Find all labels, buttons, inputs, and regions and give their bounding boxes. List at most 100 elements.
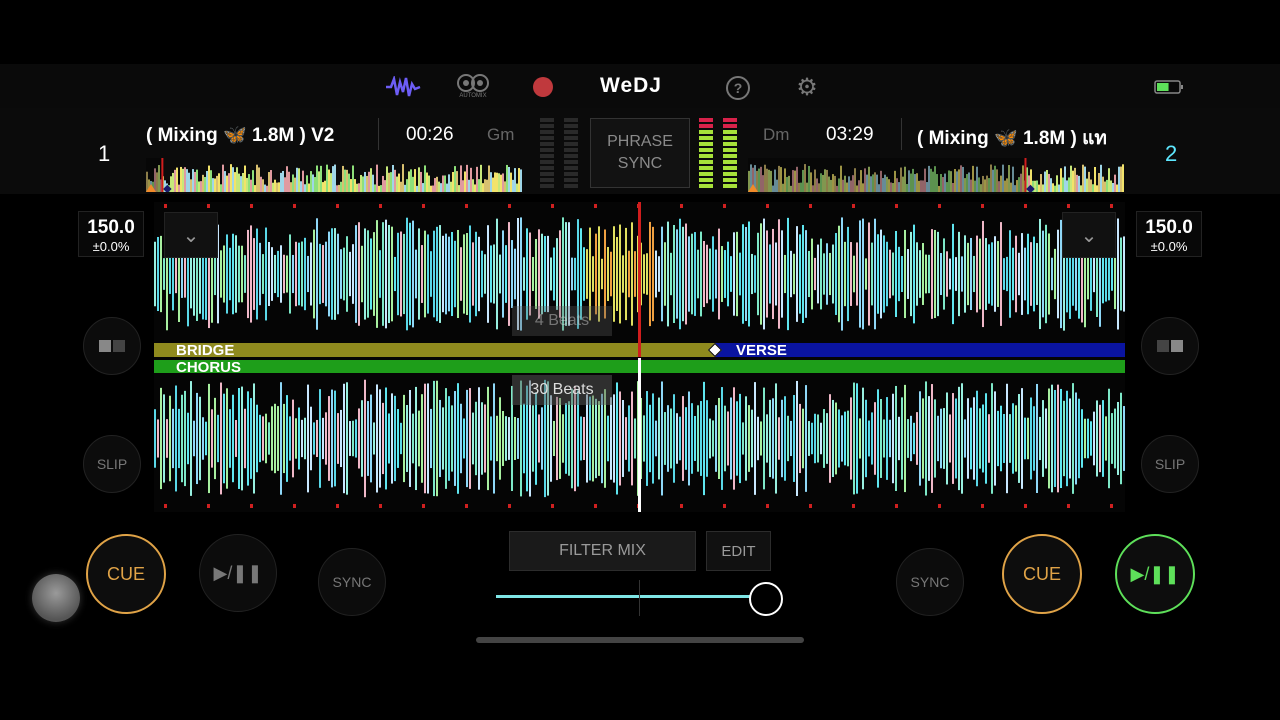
- deck1-play-pause-button[interactable]: ▶/❚❚: [199, 534, 277, 612]
- deck2-overview-waveform[interactable]: [748, 158, 1132, 192]
- waveform-bar: [325, 241, 327, 307]
- deck1-pad-mode-button[interactable]: [83, 317, 141, 375]
- waveform-bar: [547, 235, 549, 313]
- filter-mix-button[interactable]: FILTER MIX: [509, 531, 696, 571]
- waveform-bar: [1084, 418, 1086, 459]
- overview-bar: [224, 171, 226, 192]
- waveform-bar: [1123, 236, 1125, 312]
- waveform-bar: [481, 402, 483, 475]
- waveform-bar: [727, 411, 729, 466]
- waveform-bar: [760, 421, 762, 456]
- deck1-sync-button[interactable]: SYNC: [318, 548, 386, 616]
- overview-bar: [452, 172, 454, 192]
- waveform-bar: [658, 397, 660, 480]
- meter-segment: [699, 124, 713, 128]
- deck2-sync-button[interactable]: SYNC: [896, 548, 964, 616]
- deck2-cue-button[interactable]: CUE: [1002, 534, 1082, 614]
- meter-segment: [540, 118, 554, 122]
- overview-bar: [394, 169, 396, 192]
- waveform-bar: [394, 256, 396, 292]
- waveform-bar: [1024, 247, 1026, 301]
- overview-bar: [1034, 180, 1036, 192]
- deck2-track-title[interactable]: ( Mixing 🦋 1.8M ) แท: [917, 123, 1130, 153]
- overview-bar: [1040, 174, 1042, 192]
- waveform-bar: [706, 400, 708, 477]
- deck1-cue-button[interactable]: CUE: [86, 534, 166, 614]
- help-icon[interactable]: ?: [726, 76, 750, 100]
- waveform-bar: [739, 393, 741, 484]
- waveform-bar: [901, 397, 903, 480]
- deck2-collapse-button[interactable]: ⌄: [1062, 212, 1116, 258]
- edit-button[interactable]: EDIT: [706, 531, 771, 571]
- overview-bar: [208, 165, 210, 192]
- waveform-bar: [211, 409, 213, 468]
- waveform-bar: [583, 247, 585, 301]
- waveform-bar: [775, 242, 777, 306]
- main-waveform-area[interactable]: BRIDGE VERSE CHORUS 4 Beats 30 Beats ⌄ ⌄: [154, 202, 1125, 512]
- overview-bar: [312, 174, 314, 192]
- deck1-slip-button[interactable]: SLIP: [83, 435, 141, 493]
- waveform-bar: [355, 225, 357, 323]
- waveform-bar: [607, 246, 609, 302]
- overview-bar: [1116, 184, 1118, 192]
- deck2-slip-button[interactable]: SLIP: [1141, 435, 1199, 493]
- crossfader-knob[interactable]: [748, 582, 783, 616]
- deck1-bpm-display[interactable]: 150.0 ±0.0%: [78, 211, 144, 257]
- waveform-icon[interactable]: [384, 74, 422, 100]
- automix-button[interactable]: AUTOMIX: [455, 70, 491, 102]
- waveform-bar: [739, 252, 741, 296]
- waveform-bar: [898, 416, 900, 461]
- deck2-play-pause-button[interactable]: ▶/❚❚: [1115, 534, 1195, 614]
- waveform-bar: [610, 397, 612, 480]
- assistive-touch-button[interactable]: [32, 574, 80, 622]
- beat-marker: [809, 504, 812, 508]
- waveform-bar: [391, 393, 393, 484]
- deck1-collapse-button[interactable]: ⌄: [164, 212, 218, 258]
- beat-marker: [981, 504, 984, 508]
- beat-marker: [293, 504, 296, 508]
- beat-loop-overlay-top[interactable]: 4 Beats: [512, 306, 612, 336]
- waveform-bar: [829, 394, 831, 483]
- deck1-track-title[interactable]: ( Mixing 🦋 1.8M ) V2: [146, 123, 361, 147]
- beat-marker: [1110, 504, 1113, 508]
- meter-segment: [564, 166, 578, 170]
- deck2-bpm-display[interactable]: 150.0 ±0.0%: [1136, 211, 1202, 257]
- phrase-label-verse: VERSE: [736, 342, 787, 359]
- overview-bar: [332, 166, 334, 192]
- waveform-bar: [874, 218, 876, 330]
- beat-marker: [594, 504, 597, 508]
- overview-bar: [442, 175, 444, 192]
- waveform-bar: [472, 242, 474, 306]
- waveform-bar: [745, 396, 747, 481]
- record-icon[interactable]: [533, 77, 553, 97]
- phrase-sync-button[interactable]: PHRASE SYNC: [590, 118, 690, 188]
- waveform-bar: [907, 249, 909, 299]
- waveform-bar: [961, 256, 963, 292]
- overview-bar: [1122, 164, 1124, 192]
- deck1-overview-waveform[interactable]: [146, 158, 530, 192]
- overview-bar: [314, 177, 316, 192]
- deck1-level-meter-right: [564, 118, 578, 190]
- waveform-bar: [265, 227, 267, 321]
- overview-played-region: [146, 158, 162, 192]
- overview-bar: [418, 167, 420, 192]
- beat-marker: [723, 204, 726, 208]
- beat-loop-overlay-bottom[interactable]: 30 Beats: [512, 375, 612, 405]
- meter-segment: [540, 184, 554, 188]
- waveform-bar: [478, 236, 480, 312]
- overview-bar: [1036, 180, 1038, 192]
- overview-bar: [326, 164, 328, 192]
- waveform-bar: [499, 254, 501, 294]
- waveform-bar: [583, 416, 585, 461]
- beat-marker: [164, 504, 167, 508]
- beat-marker: [465, 204, 468, 208]
- waveform-bar: [175, 385, 177, 492]
- waveform-bar: [379, 389, 381, 488]
- deck2-time: 03:29: [826, 124, 874, 145]
- waveform-bar: [1003, 258, 1005, 290]
- deck2-pad-mode-button[interactable]: [1141, 317, 1199, 375]
- waveform-bar: [409, 390, 411, 487]
- waveform-bar: [673, 394, 675, 483]
- gear-icon[interactable]: ⚙: [795, 74, 819, 101]
- waveform-bar: [871, 242, 873, 306]
